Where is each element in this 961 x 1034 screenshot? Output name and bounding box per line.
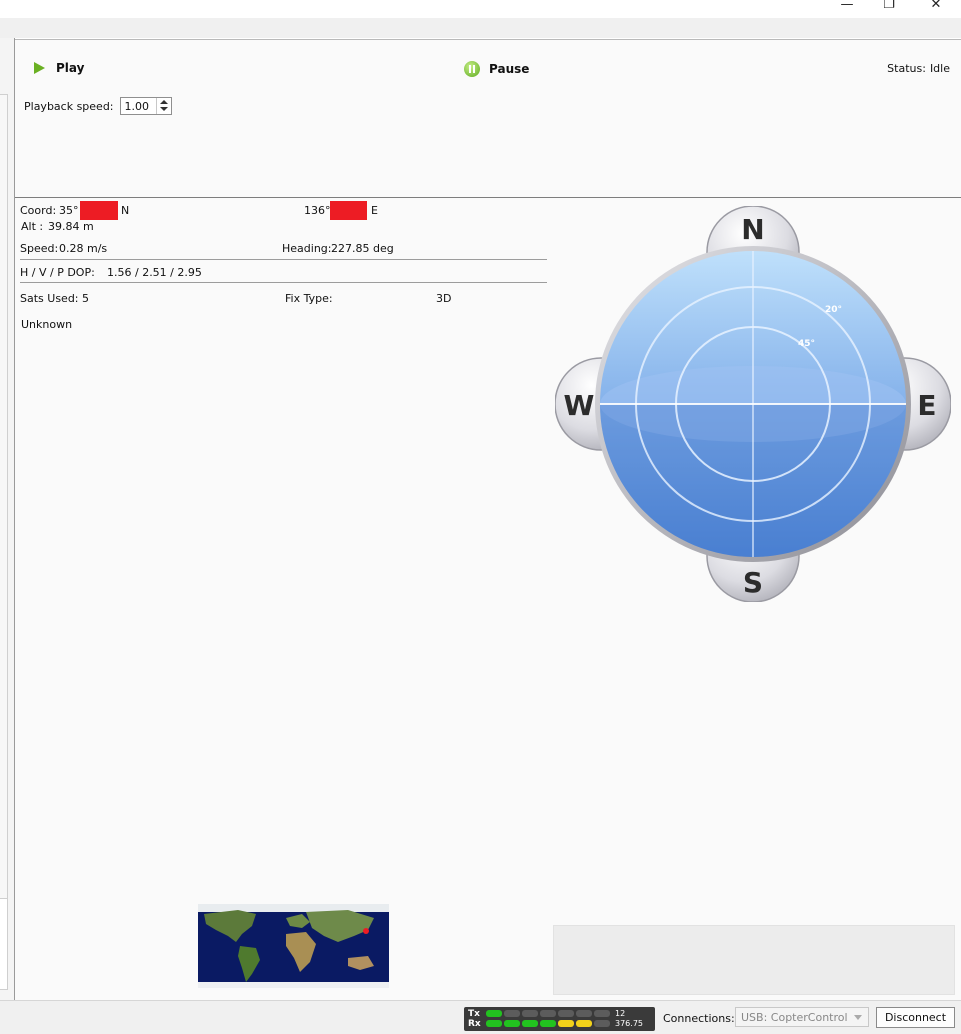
led-indicator: [504, 1010, 520, 1017]
tx-label: Tx: [468, 1009, 480, 1019]
compass-west-label: W: [564, 389, 595, 422]
compass-north-label: N: [741, 213, 764, 246]
divider: [20, 259, 547, 260]
tx-value: 12: [615, 1009, 626, 1018]
led-indicator: [522, 1020, 538, 1027]
title-bar: — ❐ ✕: [0, 0, 961, 18]
longitude-degrees: 136°: [304, 204, 331, 217]
latitude-degrees: 35°: [59, 204, 79, 217]
heading-label: Heading:: [282, 242, 332, 255]
playback-speed-row: Playback speed: 1.00: [24, 97, 172, 115]
led-indicator: [486, 1020, 502, 1027]
minimize-button[interactable]: —: [824, 0, 870, 16]
status-value: Idle: [929, 62, 950, 75]
led-indicator: [576, 1020, 592, 1027]
latitude-hemisphere: N: [121, 204, 130, 217]
connection-value: USB: CopterControl: [741, 1011, 848, 1024]
gps-status-text: Unknown: [21, 318, 73, 331]
led-indicator: [540, 1020, 556, 1027]
led-indicator: [594, 1010, 610, 1017]
restore-button[interactable]: ❐: [866, 0, 912, 16]
gps-panel: Coord: 35° N 136° E Alt : 39.84 m Speed:…: [15, 197, 961, 1001]
playback-speed-value: 1.00: [124, 100, 150, 113]
dop-value: 1.56 / 2.51 / 2.95: [107, 266, 202, 279]
led-indicator: [522, 1010, 538, 1017]
play-label: Play: [56, 61, 85, 75]
compass-east-label: E: [917, 389, 936, 422]
close-button[interactable]: ✕: [913, 0, 959, 16]
world-map: [198, 904, 389, 988]
led-indicator: [486, 1010, 502, 1017]
pause-button[interactable]: Pause: [464, 61, 529, 77]
satellite-sky-view: [553, 925, 955, 995]
chevron-down-icon: [854, 1015, 862, 1020]
fix-type-value: 3D: [436, 292, 452, 305]
left-panel-edge: [0, 38, 15, 1000]
sats-used-label: Sats Used:: [20, 292, 79, 305]
location-marker: [363, 928, 369, 934]
left-scrollbar[interactable]: [0, 94, 8, 936]
divider: [20, 282, 547, 283]
playback-speed-label: Playback speed:: [24, 99, 114, 113]
latitude-redaction: [80, 201, 118, 220]
compass-widget: 20° 45° N S W E: [555, 206, 951, 602]
led-indicator: [576, 1010, 592, 1017]
led-indicator: [504, 1020, 520, 1027]
connections-label: Connections:: [663, 1012, 735, 1025]
heading-value: 227.85 deg: [331, 242, 394, 255]
led-indicator: [558, 1020, 574, 1027]
altitude-label: Alt :: [21, 220, 44, 233]
left-lower-pane: [0, 898, 8, 990]
tx-rx-meter: Tx Rx 12 376.75: [464, 1007, 655, 1031]
led-indicator: [540, 1010, 556, 1017]
longitude-redaction: [330, 201, 367, 220]
pause-icon: [464, 61, 480, 77]
speed-label: Speed:: [20, 242, 59, 255]
play-icon: [34, 62, 45, 74]
dop-label: H / V / P DOP:: [20, 266, 95, 279]
speed-value: 0.28 m/s: [59, 242, 108, 255]
connection-dropdown[interactable]: USB: CopterControl: [735, 1007, 869, 1027]
spin-down-icon[interactable]: [159, 107, 168, 111]
altitude-value: 39.84 m: [48, 220, 94, 233]
compass-south-label: S: [743, 566, 763, 599]
led-indicator: [594, 1020, 610, 1027]
playback-speed-spinbox[interactable]: 1.00: [119, 97, 172, 115]
spinbox-arrows[interactable]: [155, 98, 171, 114]
rx-value: 376.75: [615, 1019, 643, 1028]
spin-up-icon[interactable]: [159, 100, 168, 104]
longitude-hemisphere: E: [371, 204, 378, 217]
fix-type-label: Fix Type:: [285, 292, 333, 305]
toolbar-strip: [0, 18, 961, 38]
pause-label: Pause: [489, 62, 530, 76]
sats-used-value: 5: [82, 292, 89, 305]
rx-label: Rx: [468, 1019, 481, 1029]
status-bar: Tx Rx 12 376.75 Connections: USB: Copter…: [0, 1000, 961, 1034]
disconnect-button[interactable]: Disconnect: [876, 1007, 955, 1028]
ring-outer-label: 20°: [825, 305, 842, 315]
play-button[interactable]: Play: [34, 61, 84, 75]
playback-panel: Play Pause Status: Idle Playback speed: 1…: [15, 39, 961, 198]
status-label: Status:: [887, 62, 926, 75]
coord-label: Coord:: [20, 204, 57, 217]
led-indicator: [558, 1010, 574, 1017]
ring-inner-label: 45°: [798, 339, 815, 349]
playback-status: Status: Idle: [883, 62, 950, 75]
